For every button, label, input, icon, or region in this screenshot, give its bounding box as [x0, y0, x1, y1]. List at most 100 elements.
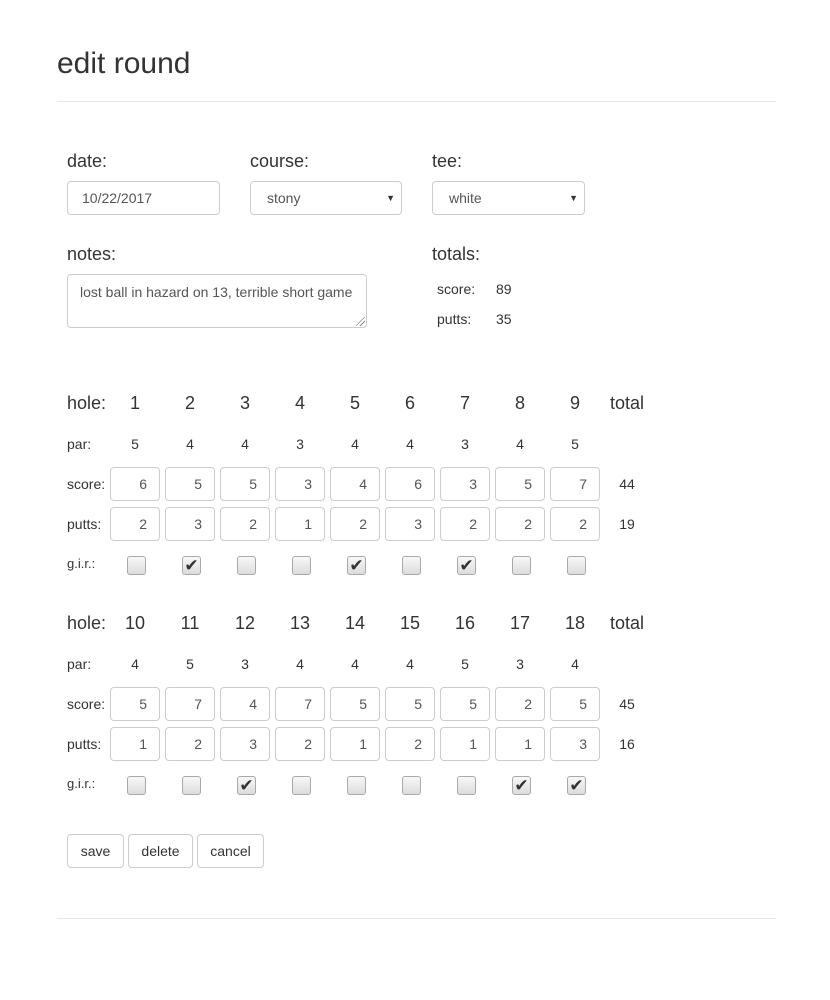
par-value: 3	[296, 436, 304, 452]
par-value: 4	[131, 656, 139, 672]
notes-label: notes:	[67, 244, 117, 264]
notes-textarea[interactable]: lost ball in hazard on 13, terrible shor…	[67, 274, 367, 328]
putts-input[interactable]: 3	[220, 727, 270, 761]
score-input[interactable]: 6	[385, 467, 435, 501]
putts-input[interactable]: 3	[550, 727, 600, 761]
putts-input[interactable]: 2	[220, 507, 270, 541]
gir-checkbox[interactable]	[292, 556, 311, 575]
divider	[57, 918, 776, 919]
hole-number: 11	[180, 613, 200, 633]
gir-checkbox[interactable]	[402, 776, 421, 795]
checkmark-icon: ✔	[349, 556, 364, 575]
par-value: 4	[571, 656, 579, 672]
total-column-header: total	[609, 613, 645, 633]
gir-checkbox[interactable]	[512, 556, 531, 575]
gir-checkbox[interactable]	[457, 776, 476, 795]
gir-checkbox[interactable]: ✔	[347, 556, 366, 575]
putts-input[interactable]: 1	[495, 727, 545, 761]
hole-number: 14	[344, 613, 366, 633]
score-input[interactable]: 5	[330, 687, 380, 721]
score-input[interactable]: 4	[220, 687, 270, 721]
putts-input[interactable]: 1	[110, 727, 160, 761]
score-input[interactable]: 7	[275, 687, 325, 721]
putts-input[interactable]: 1	[275, 507, 325, 541]
gir-checkbox[interactable]: ✔	[457, 556, 476, 575]
hole-row-label: hole:	[67, 613, 107, 633]
course-label: course:	[250, 151, 310, 171]
par-value: 3	[241, 656, 249, 672]
gir-checkbox[interactable]	[237, 556, 256, 575]
gir-checkbox[interactable]: ✔	[237, 776, 256, 795]
par-value: 4	[241, 436, 249, 452]
hole-number: 8	[514, 393, 525, 413]
front-nine-scorecard: hole: par: score: putts: g.i.r.: 1 5 6 2 2 4 5 3 ✔ 3 4 5…	[0, 383, 830, 575]
putts-input[interactable]: 3	[385, 507, 435, 541]
putts-input[interactable]: 2	[330, 507, 380, 541]
score-input[interactable]: 7	[165, 687, 215, 721]
score-input[interactable]: 5	[385, 687, 435, 721]
resize-grip-icon[interactable]	[356, 317, 365, 326]
putts-input[interactable]: 2	[440, 507, 490, 541]
gir-checkbox[interactable]: ✔	[567, 776, 586, 795]
putts-input[interactable]: 2	[495, 507, 545, 541]
par-value: 4	[406, 436, 414, 452]
gir-checkbox[interactable]: ✔	[182, 556, 201, 575]
cancel-button[interactable]: cancel	[197, 834, 264, 868]
hole-number: 17	[509, 613, 531, 633]
hole-number: 4	[294, 393, 305, 413]
save-button[interactable]: save	[67, 834, 124, 868]
par-value: 4	[186, 436, 194, 452]
gir-checkbox[interactable]	[567, 556, 586, 575]
gir-checkbox[interactable]	[347, 776, 366, 795]
course-select[interactable]: stony ▼	[250, 181, 402, 215]
par-row-label: par:	[67, 656, 92, 672]
gir-checkbox[interactable]	[127, 776, 146, 795]
score-input[interactable]: 5	[110, 687, 160, 721]
date-input[interactable]: 10/22/2017	[67, 181, 220, 215]
delete-button[interactable]: delete	[128, 834, 193, 868]
par-value: 5	[571, 436, 579, 452]
par-value: 4	[296, 656, 304, 672]
par-value: 5	[186, 656, 194, 672]
hole-row-label: hole:	[67, 393, 107, 413]
tee-select-value: white	[449, 190, 482, 206]
putts-input[interactable]: 2	[275, 727, 325, 761]
score-input[interactable]: 3	[440, 467, 490, 501]
putts-input[interactable]: 1	[330, 727, 380, 761]
par-value: 5	[461, 656, 469, 672]
tee-select[interactable]: white ▼	[432, 181, 585, 215]
hole-number: 5	[349, 393, 360, 413]
score-input[interactable]: 5	[220, 467, 270, 501]
putts-input[interactable]: 2	[110, 507, 160, 541]
putts-row-label: putts:	[67, 736, 102, 752]
score-input[interactable]: 5	[165, 467, 215, 501]
putts-input[interactable]: 3	[165, 507, 215, 541]
score-input[interactable]: 3	[275, 467, 325, 501]
score-input[interactable]: 5	[550, 687, 600, 721]
score-input[interactable]: 7	[550, 467, 600, 501]
putts-input[interactable]: 2	[550, 507, 600, 541]
par-value: 4	[516, 436, 524, 452]
putts-input[interactable]: 1	[440, 727, 490, 761]
course-select-value: stony	[267, 190, 301, 206]
gir-checkbox[interactable]	[182, 776, 201, 795]
hole-number: 7	[459, 393, 470, 413]
gir-checkbox[interactable]	[127, 556, 146, 575]
score-row-label: score:	[67, 696, 106, 712]
gir-checkbox[interactable]: ✔	[512, 776, 531, 795]
score-input[interactable]: 4	[330, 467, 380, 501]
total-column-header: total	[609, 393, 645, 413]
score-input[interactable]: 6	[110, 467, 160, 501]
score-input[interactable]: 2	[495, 687, 545, 721]
score-input[interactable]: 5	[495, 467, 545, 501]
hole-number: 2	[184, 393, 195, 413]
hole-number: 12	[234, 613, 256, 633]
score-input[interactable]: 5	[440, 687, 490, 721]
hole-number: 1	[129, 393, 140, 413]
putts-input[interactable]: 2	[385, 727, 435, 761]
gir-checkbox[interactable]	[292, 776, 311, 795]
gir-checkbox[interactable]	[402, 556, 421, 575]
hole-number: 18	[564, 613, 586, 633]
putts-input[interactable]: 2	[165, 727, 215, 761]
hole-number: 9	[569, 393, 580, 413]
